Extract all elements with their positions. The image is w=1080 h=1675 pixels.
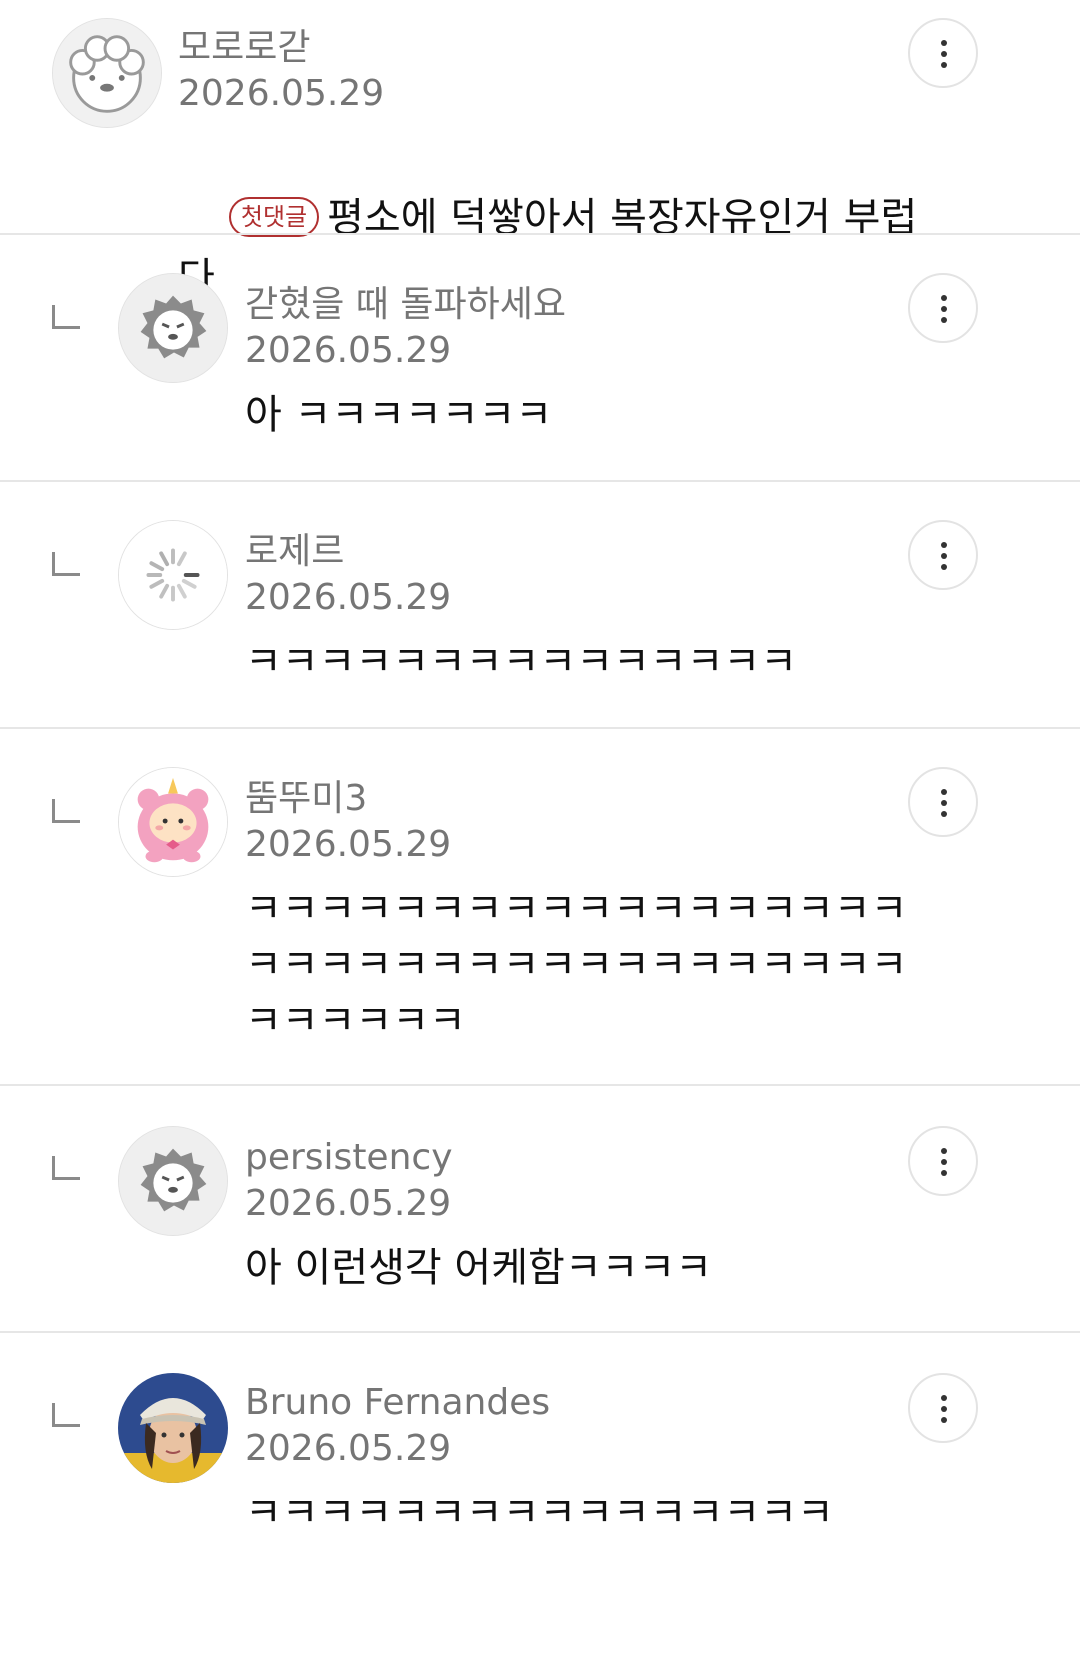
more-options-button[interactable] (908, 767, 978, 837)
reply-arrow-icon (52, 1403, 80, 1427)
first-comment-badge: 첫댓글 (228, 197, 320, 237)
comment-reply: persistency 2026.05.29 아 이런생각 어케함ㅋㅋㅋㅋ (0, 1086, 1080, 1331)
more-options-button[interactable] (908, 520, 978, 590)
poodle-avatar-icon[interactable] (52, 18, 162, 128)
lion-avatar-icon[interactable] (118, 1126, 228, 1236)
loading-spinner-icon[interactable] (118, 520, 228, 630)
lion-avatar-icon[interactable] (118, 273, 228, 383)
more-options-button[interactable] (908, 1373, 978, 1443)
comment-author[interactable]: 갇혔을 때 돌파하세요 (245, 283, 566, 327)
comment-item: 모로로갇 2026.05.29 첫댓글평소에 덕쌓아서 복장자유인거 부럽다 (0, 0, 1080, 301)
comment-reply: 갇혔을 때 돌파하세요 2026.05.29 아 ㅋㅋㅋㅋㅋㅋㅋ (0, 235, 1080, 480)
comment-body: ㅋㅋㅋㅋㅋㅋㅋㅋㅋㅋㅋㅋㅋㅋㅋㅋㅋㅋㅋㅋㅋㅋㅋㅋㅋㅋㅋㅋㅋㅋㅋㅋㅋㅋㅋㅋㅋㅋㅋㅋ… (245, 886, 908, 1044)
comment-date: 2026.05.29 (245, 1183, 452, 1224)
comment-author[interactable]: 로제르 (245, 530, 344, 574)
user-photo-avatar[interactable] (118, 1373, 228, 1483)
comment-author[interactable]: Bruno Fernandes (245, 1381, 550, 1425)
comment-reply: 뚬뚜미3 2026.05.29 ㅋㅋㅋㅋㅋㅋㅋㅋㅋㅋㅋㅋㅋㅋㅋㅋㅋㅋㅋㅋㅋㅋㅋㅋ… (0, 729, 1080, 1084)
reply-arrow-icon (52, 799, 80, 823)
comment-body: 아 이런생각 어케함ㅋㅋㅋㅋ (245, 1245, 713, 1291)
more-options-button[interactable] (908, 273, 978, 343)
comment-date: 2026.05.29 (245, 330, 452, 371)
comment-date: 2026.05.29 (245, 1428, 452, 1469)
comment-author[interactable]: 뚬뚜미3 (245, 777, 367, 821)
comment-reply: 로제르 2026.05.29 ㅋㅋㅋㅋㅋㅋㅋㅋㅋㅋㅋㅋㅋㅋㅋ (0, 482, 1080, 727)
comment-reply: Bruno Fernandes 2026.05.29 ㅋㅋㅋㅋㅋㅋㅋㅋㅋㅋㅋㅋㅋ… (0, 1333, 1080, 1675)
reply-arrow-icon (52, 1156, 80, 1180)
comment-author[interactable]: 모로로갇 (178, 26, 310, 70)
reply-arrow-icon (52, 305, 80, 329)
comment-date: 2026.05.29 (178, 73, 385, 114)
comment-body: 아 ㅋㅋㅋㅋㅋㅋㅋ (245, 392, 553, 438)
pink-bear-avatar-icon[interactable] (118, 767, 228, 877)
comment-date: 2026.05.29 (245, 824, 452, 865)
more-options-button[interactable] (908, 1126, 978, 1196)
reply-arrow-icon (52, 552, 80, 576)
comment-date: 2026.05.29 (245, 577, 452, 618)
comment-body: ㅋㅋㅋㅋㅋㅋㅋㅋㅋㅋㅋㅋㅋㅋㅋ (245, 639, 797, 685)
more-options-button[interactable] (908, 18, 978, 88)
comment-author[interactable]: persistency (245, 1136, 453, 1180)
comment-body: ㅋㅋㅋㅋㅋㅋㅋㅋㅋㅋㅋㅋㅋㅋㅋㅋ (245, 1490, 834, 1536)
